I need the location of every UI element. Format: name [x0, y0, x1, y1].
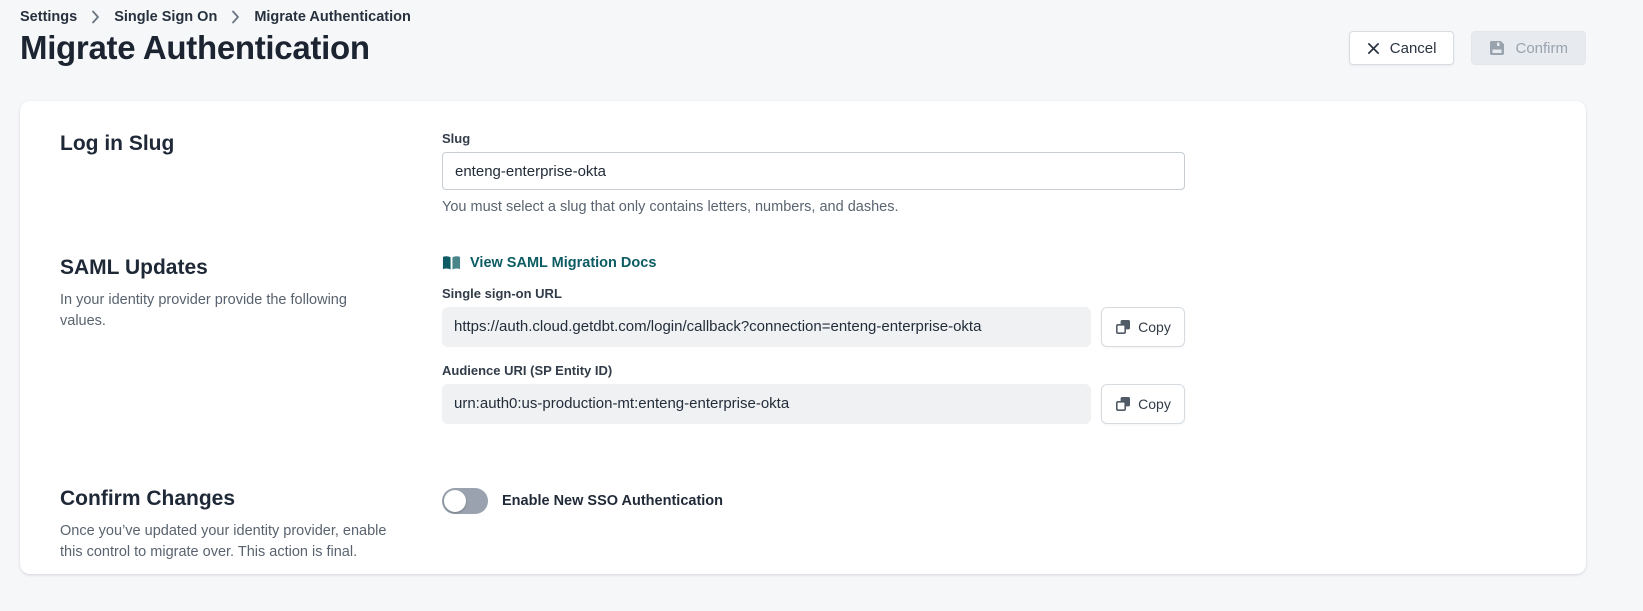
breadcrumb-single-sign-on[interactable]: Single Sign On [114, 9, 217, 25]
breadcrumb-settings[interactable]: Settings [20, 9, 77, 25]
copy-audience-uri-button[interactable]: Copy [1101, 384, 1185, 424]
copy-icon [1115, 319, 1131, 335]
close-icon [1367, 42, 1380, 55]
save-icon [1489, 40, 1505, 56]
cancel-button[interactable]: Cancel [1349, 31, 1455, 65]
saml-updates-section: SAML Updates In your identity provider p… [60, 255, 1586, 440]
header-actions: Cancel Confirm [1349, 31, 1586, 65]
slug-helper-text: You must select a slug that only contain… [442, 199, 1185, 215]
breadcrumb: Settings Single Sign On Migrate Authenti… [0, 0, 1643, 25]
audience-uri-field: urn:auth0:us-production-mt:enteng-enterp… [442, 384, 1091, 424]
confirm-changes-heading: Confirm Changes [60, 486, 412, 512]
copy-sso-url-button[interactable]: Copy [1101, 307, 1185, 347]
confirm-changes-description: Once you’ve updated your identity provid… [60, 521, 390, 563]
chevron-right-icon [231, 10, 240, 24]
saml-updates-heading: SAML Updates [60, 255, 412, 281]
sso-url-field: https://auth.cloud.getdbt.com/login/call… [442, 307, 1091, 347]
copy-icon [1115, 396, 1131, 412]
slug-input[interactable] [442, 152, 1185, 190]
confirm-button[interactable]: Confirm [1471, 31, 1586, 65]
page-header: Migrate Authentication Cancel Confirm [0, 25, 1643, 67]
chevron-right-icon [91, 10, 100, 24]
copy-button-label: Copy [1138, 396, 1171, 412]
toggle-knob [444, 490, 466, 512]
cancel-button-label: Cancel [1390, 40, 1437, 57]
slug-label: Slug [442, 131, 1185, 146]
login-slug-heading: Log in Slug [60, 131, 412, 157]
confirm-changes-section: Confirm Changes Once you’ve updated your… [60, 486, 1586, 563]
settings-card: Log in Slug Slug You must select a slug … [20, 101, 1586, 574]
page-title: Migrate Authentication [20, 29, 370, 67]
breadcrumb-migrate-authentication: Migrate Authentication [254, 9, 411, 25]
sso-url-label: Single sign-on URL [442, 286, 1185, 301]
docs-link-label: View SAML Migration Docs [470, 255, 656, 271]
book-icon [442, 255, 461, 271]
view-saml-migration-docs-link[interactable]: View SAML Migration Docs [442, 255, 656, 271]
enable-sso-toggle[interactable] [442, 488, 488, 514]
confirm-button-label: Confirm [1515, 40, 1568, 57]
enable-sso-toggle-label: Enable New SSO Authentication [502, 493, 723, 509]
migrate-authentication-page: Settings Single Sign On Migrate Authenti… [0, 0, 1643, 611]
saml-updates-description: In your identity provider provide the fo… [60, 290, 390, 332]
copy-button-label: Copy [1138, 319, 1171, 335]
login-slug-section: Log in Slug Slug You must select a slug … [60, 131, 1586, 215]
audience-uri-label: Audience URI (SP Entity ID) [442, 363, 1185, 378]
